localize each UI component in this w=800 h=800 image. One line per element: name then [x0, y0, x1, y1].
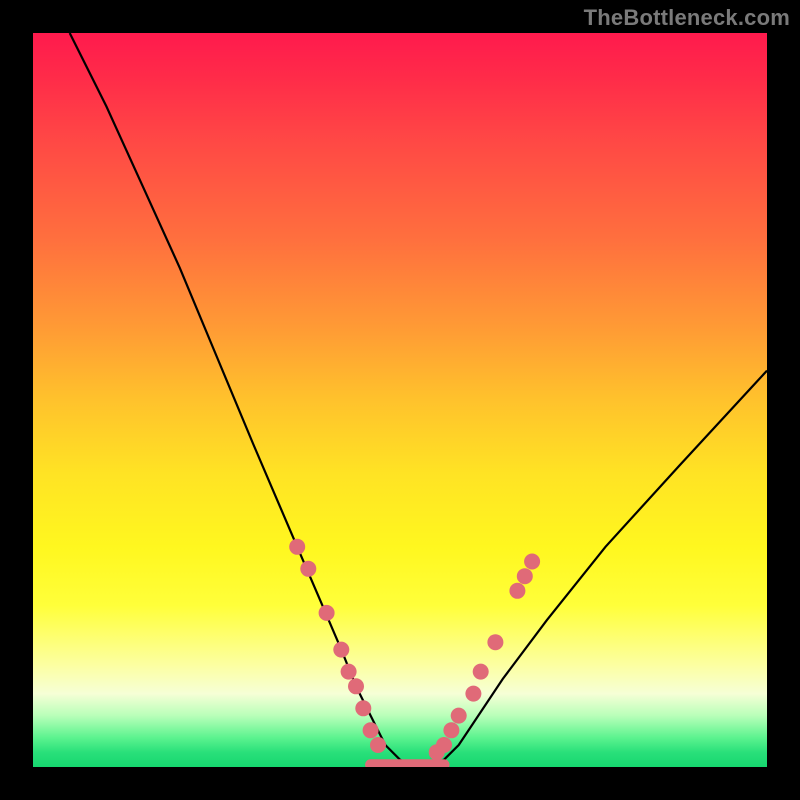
curve-dots-left — [289, 539, 386, 753]
curve-dot — [517, 568, 533, 584]
curve-dot — [487, 634, 503, 650]
curve-dot — [289, 539, 305, 555]
curve-dot — [300, 561, 316, 577]
curve-dot — [341, 664, 357, 680]
curve-dot — [370, 737, 386, 753]
curve-dot — [524, 554, 540, 570]
curve-dot — [436, 737, 452, 753]
curve-dot — [319, 605, 335, 621]
curve-dot — [465, 686, 481, 702]
curve-dot — [363, 722, 379, 738]
curve-dot — [451, 708, 467, 724]
curve-dot — [509, 583, 525, 599]
curve-dot — [333, 642, 349, 658]
curve-dot — [443, 722, 459, 738]
curve-dot — [348, 678, 364, 694]
chart-svg — [33, 33, 767, 767]
curve-dot — [473, 664, 489, 680]
chart-stage: TheBottleneck.com — [0, 0, 800, 800]
bottleneck-curve — [70, 33, 767, 767]
watermark-text: TheBottleneck.com — [584, 5, 790, 31]
plot-area — [33, 33, 767, 767]
curve-dot — [355, 700, 371, 716]
curve-dots-right — [429, 554, 540, 761]
